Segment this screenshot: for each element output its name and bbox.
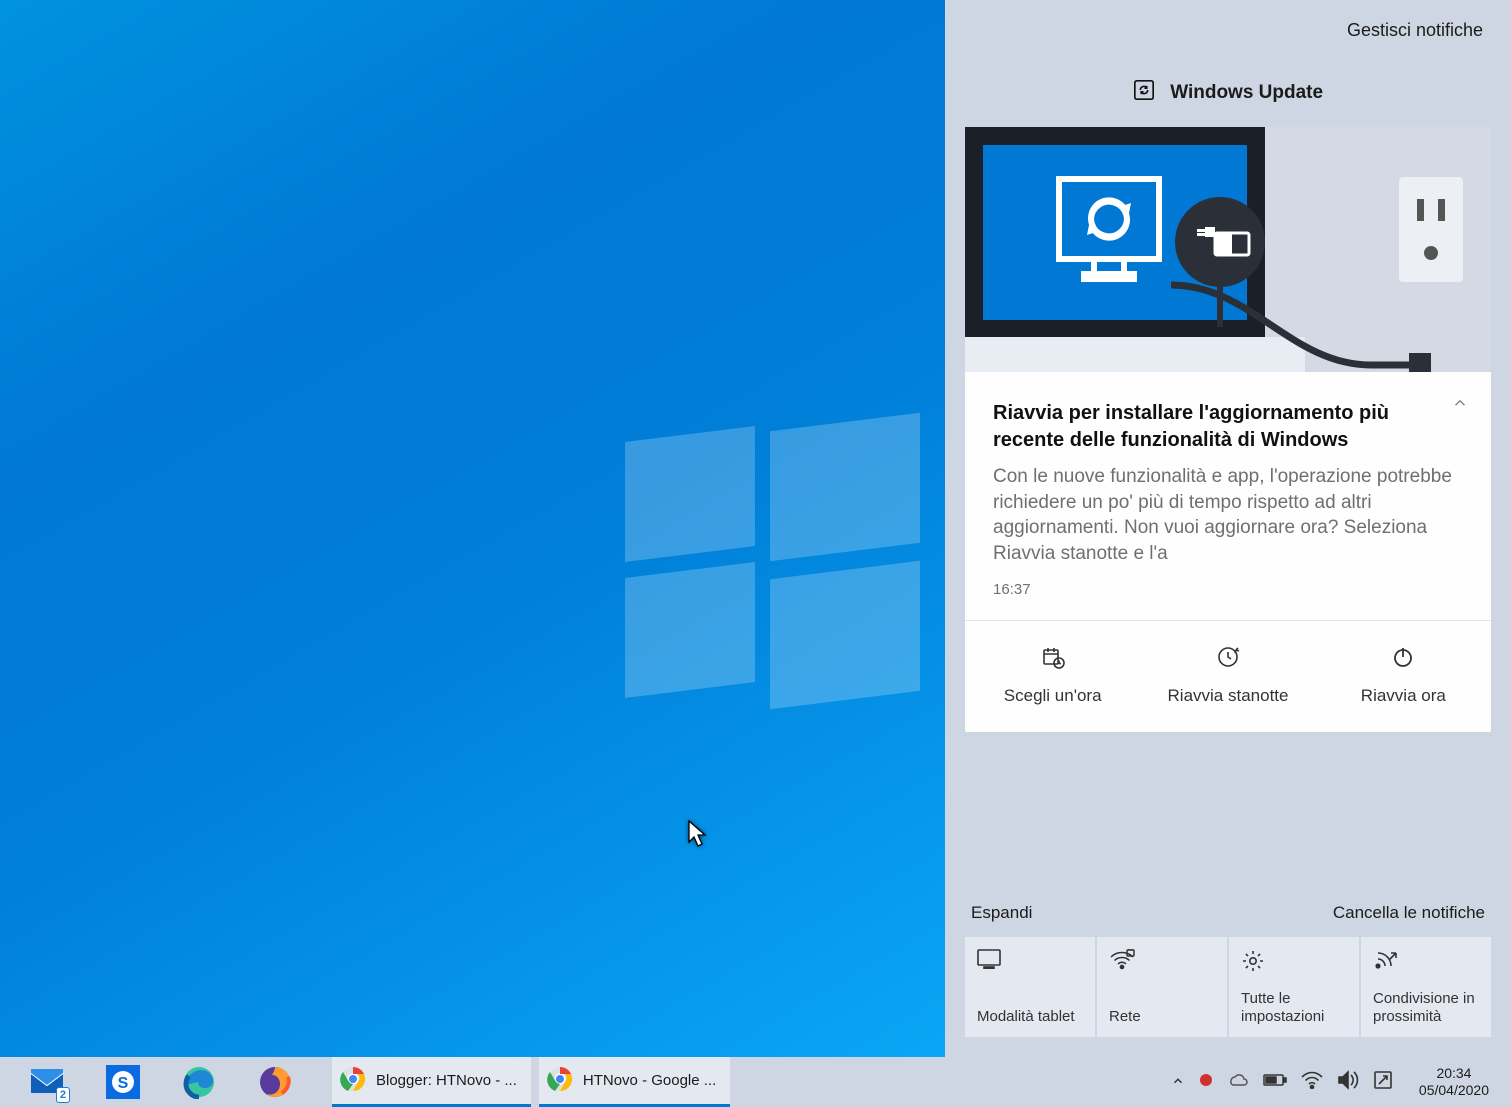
clear-notifications-link[interactable]: Cancella le notifiche [1333,903,1485,923]
restart-tonight-button[interactable]: Riavvia stanotte [1140,621,1315,732]
windows-logo-watermark [625,410,925,710]
power-outlet-icon [1399,177,1463,282]
notification-body: Con le nuove funzionalità e app, l'opera… [993,464,1463,567]
gear-icon [1241,949,1347,971]
taskbar-app-label: Blogger: HTNovo - ... [376,1072,517,1089]
notification-hero-image [965,127,1491,372]
taskbar-app-blogger[interactable]: Blogger: HTNovo - ... [332,1057,531,1107]
restart-now-button[interactable]: Riavvia ora [1316,621,1491,732]
chrome-icon [340,1066,366,1096]
nearby-share-icon [1373,949,1479,971]
tray-volume-icon[interactable] [1337,1070,1359,1094]
firefox-app-button[interactable] [256,1063,294,1101]
power-icon [1321,645,1486,674]
tray-recording-icon[interactable] [1199,1073,1213,1091]
svg-text:S: S [118,1075,129,1092]
qa-all-settings[interactable]: Tutte le impostazioni [1229,937,1359,1037]
skype-app-button[interactable]: S [104,1063,142,1101]
qa-network[interactable]: Rete [1097,937,1227,1037]
calendar-clock-icon [970,645,1135,674]
taskbar-app-google[interactable]: HTNovo - Google ... [539,1057,730,1107]
notification-card[interactable]: Riavvia per installare l'aggiornamento p… [965,127,1491,732]
notification-time: 16:37 [993,581,1463,598]
action-center-panel: Gestisci notifiche Windows Update [945,0,1511,1057]
tray-input-mode-icon[interactable] [1373,1070,1393,1094]
mail-badge: 2 [56,1087,70,1103]
notification-title: Riavvia per installare l'aggiornamento p… [993,400,1463,454]
mail-app-button[interactable]: 2 [28,1063,66,1101]
taskbar: 2 S Blogger: HTNovo - ... HTN [0,1057,1511,1107]
qa-nearby-sharing[interactable]: Condivisione in prossimità [1361,937,1491,1037]
pick-time-button[interactable]: Scegli un'ora [965,621,1140,732]
restart-clock-icon [1145,645,1310,674]
chevron-up-icon[interactable] [1451,394,1469,417]
power-cord-icon [1171,275,1431,372]
tray-wifi-icon[interactable] [1301,1071,1323,1093]
qa-tablet-mode[interactable]: Modalità tablet [965,937,1095,1037]
manage-notifications-link[interactable]: Gestisci notifiche [1347,20,1483,40]
taskbar-clock[interactable]: 20:34 05/04/2020 [1419,1065,1489,1100]
tray-battery-icon[interactable] [1263,1073,1287,1091]
update-icon [1133,79,1155,107]
taskbar-app-label: HTNovo - Google ... [583,1072,716,1089]
notification-app-header: Windows Update [945,49,1511,127]
wifi-lock-icon [1109,949,1215,971]
expand-quick-actions-link[interactable]: Espandi [971,903,1032,923]
tray-onedrive-icon[interactable] [1227,1072,1249,1092]
tray-overflow-button[interactable] [1171,1074,1185,1091]
edge-app-button[interactable] [180,1063,218,1101]
mouse-cursor-icon [688,820,708,853]
desktop-wallpaper[interactable] [0,0,945,1057]
tablet-icon [977,949,1083,971]
chrome-icon [547,1066,573,1096]
